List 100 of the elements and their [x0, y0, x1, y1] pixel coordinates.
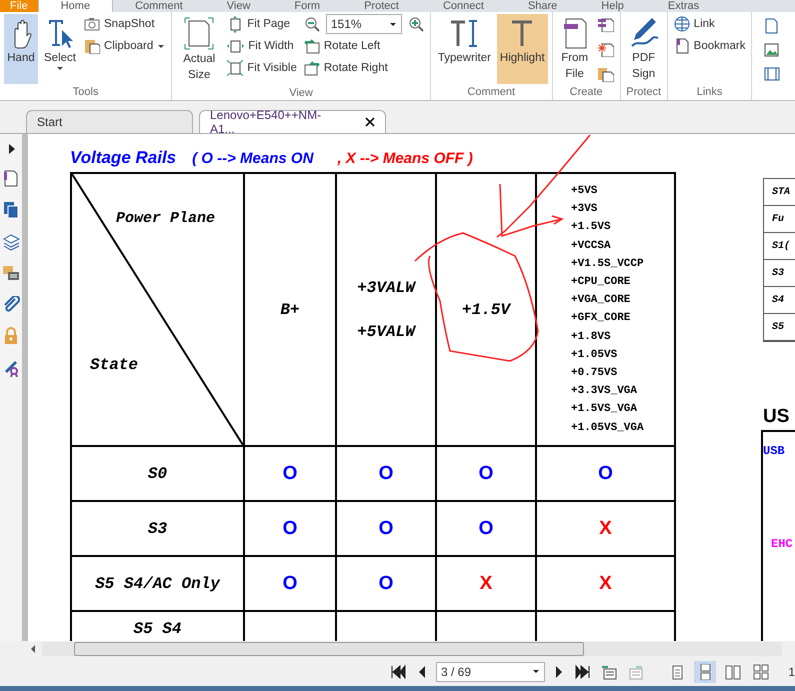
rail-name: +0.75VS [571, 366, 618, 382]
rail-name: +VCCSA [571, 238, 611, 254]
select-tool-button[interactable]: Select [41, 14, 79, 84]
hand-tool-button[interactable]: Hand [4, 14, 38, 84]
table-cell: O [598, 462, 613, 484]
table-header: State [90, 356, 138, 374]
rail-name: +1.5VS [571, 220, 611, 236]
state-cell: S5 S4 [133, 620, 182, 638]
menu-tab[interactable]: Home [38, 0, 114, 12]
layers-icon [2, 233, 20, 251]
facing-pages-icon [725, 664, 742, 680]
fit-visible-icon [227, 60, 244, 76]
cover-pages-icon [753, 664, 770, 680]
page-icon [764, 18, 780, 34]
menu-tab[interactable]: Share [506, 0, 580, 12]
zoom-text: 1 [788, 664, 795, 678]
caret-icon [388, 22, 397, 26]
rotate-left-button[interactable]: Rotate Left [302, 36, 426, 56]
table-cell: O [282, 518, 298, 540]
scrollbar-thumb[interactable] [74, 642, 584, 656]
table-arrow-icon [626, 664, 643, 680]
table-cell: O [478, 518, 494, 540]
camera-icon [84, 16, 100, 32]
star-page-icon [598, 41, 614, 57]
table-header: B+ [280, 300, 300, 318]
menu-tab[interactable]: Help [579, 0, 646, 12]
page-icon [562, 16, 588, 50]
rail-name: +V1.5S_VCCP [571, 256, 644, 272]
legend-text: , X --> Means OFF ) [337, 150, 473, 167]
link-button[interactable]: Link [672, 14, 748, 34]
view-mode-button[interactable] [694, 660, 716, 682]
rail-name: +1.05VS [571, 348, 618, 363]
pdf-sign-button[interactable]: PDF Sign [624, 14, 663, 84]
menu-tab[interactable]: Connect [420, 0, 506, 12]
bookmark-page-icon [674, 38, 690, 54]
signature-ribbon-icon [2, 359, 20, 377]
group-label: Links [696, 85, 724, 100]
caret-icon [157, 44, 166, 48]
rotate-right-button[interactable]: Rotate Right [302, 58, 426, 78]
table-cell: X [599, 572, 612, 594]
film-icon [764, 66, 780, 82]
first-page-icon [390, 664, 406, 680]
group-label: View [288, 86, 314, 101]
zoom-dropdown[interactable]: 151% [326, 14, 402, 34]
table-cell: O [378, 518, 394, 540]
group-label: Create [568, 85, 604, 100]
document-title: Voltage Rails [70, 148, 176, 168]
paperclip-icon [2, 296, 20, 313]
rotate-left-icon [304, 38, 320, 54]
group-label: Comment [466, 85, 516, 100]
menu-tab[interactable]: Protect [342, 0, 421, 12]
image-icon [764, 42, 780, 58]
table-arrow-icon [600, 664, 617, 680]
bookmark-button[interactable]: Bookmark [672, 36, 748, 56]
table-header: +5VALW [357, 322, 415, 340]
rail-name: +5VS [571, 184, 598, 199]
state-cell: S3 [148, 520, 168, 538]
menu-tab[interactable]: Form [272, 0, 342, 12]
table-cell: X [599, 518, 612, 540]
rail-name: +VGA_CORE [571, 293, 630, 308]
page-icon [183, 16, 216, 51]
pages-icon [598, 16, 614, 32]
last-page-icon [574, 664, 591, 680]
document-tab[interactable]: Start [26, 110, 193, 133]
menu-tab[interactable]: Comment [113, 0, 205, 12]
fit-width-icon [227, 38, 244, 54]
table-cell: STA [772, 186, 790, 198]
table-cell: Fu [772, 214, 784, 224]
section-heading: US [763, 406, 790, 428]
table-cell: O [282, 572, 298, 594]
fit-page-button[interactable]: Fit Page [225, 14, 299, 34]
group-label: Tools [72, 85, 100, 100]
table-header: +3VALW [357, 278, 415, 296]
legend-text: ( O --> Means ON [192, 150, 314, 167]
highlight-button[interactable]: Highlight [496, 14, 548, 84]
clipboard-button[interactable]: Clipboard [82, 36, 168, 56]
page-number-field[interactable]: 3 / 69 [436, 662, 545, 682]
close-icon[interactable] [365, 117, 375, 127]
rail-name: +3.3VS_VGA [571, 384, 638, 400]
fit-visible-button[interactable]: Fit Visible [225, 58, 299, 78]
snapshot-button[interactable]: SnapShot [82, 14, 168, 34]
rail-name: +1.5VS_VGA [571, 402, 638, 418]
copies-icon [3, 201, 19, 219]
fit-width-button[interactable]: Fit Width [225, 36, 299, 56]
table-header: +1.5V [462, 300, 510, 318]
table-cell: X [480, 572, 492, 594]
rail-name: +1.05VS_VGA [571, 420, 644, 436]
menu-tab[interactable]: View [204, 0, 272, 12]
ink-arrow [499, 183, 564, 238]
caret-icon [532, 669, 540, 674]
menu-tab[interactable]: Extras [646, 0, 722, 12]
table-cell: EHC [771, 537, 793, 551]
from-file-button[interactable]: From File [556, 14, 593, 84]
table-cell: O [378, 572, 394, 594]
table-cell: O [378, 462, 394, 484]
caret-icon [56, 66, 64, 71]
typewriter-button[interactable]: Typewriter [434, 14, 494, 84]
document-tab[interactable]: Lenovo+E540++NM-A1... [199, 110, 386, 133]
table-cell: S5 [772, 322, 784, 332]
actual-size-button[interactable]: Actual Size [176, 14, 222, 85]
